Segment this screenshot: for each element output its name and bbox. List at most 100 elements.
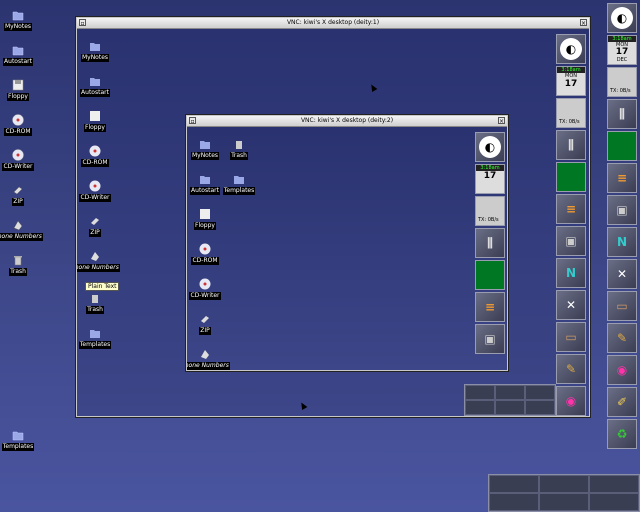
folder-icon — [234, 176, 244, 184]
outer-icon-autostart[interactable]: Autostart — [77, 74, 125, 97]
floppy-icon — [12, 79, 24, 91]
desktop-icon-trash[interactable]: Trash — [0, 253, 48, 276]
folder-icon — [90, 43, 100, 51]
outer-icon-cdrom[interactable]: CD-ROM — [77, 144, 125, 167]
folder-icon — [90, 330, 100, 338]
main-pager[interactable] — [488, 474, 640, 512]
cassette-tile[interactable]: ▭ — [607, 291, 637, 321]
desktop-icon-mynotes[interactable]: MyNotes — [0, 8, 48, 31]
outer-icon-mynotes[interactable]: MyNotes — [77, 39, 125, 62]
title-bar[interactable]: ▫ VNC: kiwi's X desktop (deity:1) × — [77, 18, 589, 29]
outer-icon-cdwriter[interactable]: CD-Writer — [77, 179, 125, 202]
desktop-icon-floppy[interactable]: Floppy — [0, 78, 48, 101]
icon-label: Trash — [86, 306, 104, 314]
recycle-tile[interactable]: ♻ — [607, 419, 637, 449]
x-tile[interactable]: ✕ — [607, 259, 637, 289]
inner-icon-cdwriter[interactable]: CD-Writer — [187, 277, 235, 300]
folder-icon — [12, 11, 24, 21]
inner-icon-floppy[interactable]: Floppy — [187, 207, 235, 230]
icon-label: Floppy — [194, 222, 216, 230]
dock-logo[interactable]: ◐ — [556, 34, 586, 64]
icon-label: Templates — [78, 341, 112, 349]
cpu-tile — [475, 260, 505, 290]
clock-date: 17 — [615, 47, 629, 57]
outer-icon-floppy[interactable]: Floppy — [77, 109, 125, 132]
cd-icon — [199, 243, 211, 255]
icon-label: ZIP — [199, 327, 211, 335]
trash-icon — [14, 256, 22, 266]
clock-date: 17 — [483, 171, 497, 181]
clock-month: DEC — [616, 57, 628, 63]
floppy-icon — [200, 209, 210, 219]
tools-tile[interactable]: ✎ — [556, 354, 586, 384]
clock-date: 17 — [564, 79, 578, 89]
desktop-icon-zip[interactable]: ZIP — [0, 183, 48, 206]
inner-icon-trash[interactable]: Trash — [209, 137, 269, 160]
dock-logo[interactable]: ◐ — [475, 132, 505, 162]
desktop-icon-cdrom[interactable]: CD-ROM — [0, 113, 48, 136]
icon-label: CD-ROM — [4, 128, 32, 136]
inner-icon-cdrom[interactable]: CD-ROM — [187, 242, 235, 265]
disc-tile[interactable]: ◉ — [607, 355, 637, 385]
icon-label: Floppy — [7, 93, 29, 101]
floppy-icon — [90, 111, 100, 121]
trash-icon — [236, 141, 242, 149]
outer-icon-zip[interactable]: ZIP — [77, 214, 125, 237]
desktop-icon-cdwriter[interactable]: CD-Writer — [0, 148, 48, 171]
close-button[interactable]: × — [580, 19, 587, 27]
monitor-tile[interactable]: ▣ — [475, 324, 505, 354]
mixer-tile[interactable]: ⫼ — [607, 99, 637, 129]
net-tile: TX: 0B/s — [556, 98, 586, 128]
monitor-tile[interactable]: ▣ — [556, 226, 586, 256]
trash-icon — [92, 295, 98, 303]
x-tile[interactable]: ✕ — [556, 290, 586, 320]
outer-icon-phone-numbers[interactable]: Phone Numbers — [77, 249, 125, 272]
cassette-tile[interactable]: ▭ — [556, 322, 586, 352]
pencil-tile[interactable]: ✐ — [607, 387, 637, 417]
mem-tile: ≡ — [556, 194, 586, 224]
outer-icon-templates[interactable]: Templates — [77, 326, 125, 349]
folder-icon — [12, 46, 24, 56]
mem-tile: ≡ — [475, 292, 505, 322]
icon-label: Autostart — [80, 89, 110, 97]
inner-desktop: MyNotes Autostart Floppy CD-ROM CD-Write… — [187, 127, 507, 370]
outer-icon-trash[interactable]: Trash — [77, 291, 125, 314]
netscape-tile[interactable]: N — [607, 227, 637, 257]
close-button[interactable]: × — [498, 117, 505, 125]
icon-label: Phone Numbers — [77, 264, 120, 272]
cd-icon — [199, 278, 211, 290]
mixer-tile[interactable]: ⫼ — [475, 228, 505, 258]
window-menu-button[interactable]: ▫ — [79, 19, 86, 27]
inner-icon-templates[interactable]: Templates — [209, 172, 269, 195]
monitor-tile[interactable]: ▣ — [607, 195, 637, 225]
icon-label: Floppy — [84, 124, 106, 132]
zip-icon — [91, 218, 99, 225]
icon-label: CD-Writer — [2, 163, 34, 171]
cpu-tile — [607, 131, 637, 161]
cpu-tile — [556, 162, 586, 192]
vnc-window-inner[interactable]: ▫ VNC: kiwi's X desktop (deity:2) × MyNo… — [186, 115, 508, 371]
icon-label: MyNotes — [3, 23, 33, 31]
phone-icon — [201, 350, 209, 359]
icon-label: ZIP — [89, 229, 101, 237]
icon-label: CD-ROM — [81, 159, 109, 167]
inner-icon-zip[interactable]: ZIP — [187, 312, 235, 335]
mixer-tile[interactable]: ⫼ — [556, 130, 586, 160]
mem-tile: ≡ — [607, 163, 637, 193]
tools-tile[interactable]: ✎ — [607, 323, 637, 353]
desktop-icon-templates[interactable]: Templates — [0, 428, 48, 451]
netscape-tile[interactable]: N — [556, 258, 586, 288]
disc-tile[interactable]: ◉ — [556, 386, 586, 416]
icon-label: Autostart — [3, 58, 33, 66]
zip-icon — [201, 316, 209, 323]
outer-pager[interactable] — [464, 384, 556, 416]
window-menu-button[interactable]: ▫ — [189, 117, 196, 125]
inner-icon-phone-numbers[interactable]: Phone Numbers — [187, 347, 235, 370]
icon-label: Phone Numbers — [0, 233, 43, 241]
main-dock: ◐ 3:18am MON 17 DEC TX: 0B/s ⫼ ≡ ▣ N ✕ ▭… — [607, 3, 637, 451]
desktop-icon-phone-numbers[interactable]: Phone Numbers — [0, 218, 48, 241]
icon-label: Templates — [1, 443, 35, 451]
dock-logo[interactable]: ◐ — [607, 3, 637, 33]
desktop-icon-autostart[interactable]: Autostart — [0, 43, 48, 66]
title-bar[interactable]: ▫ VNC: kiwi's X desktop (deity:2) × — [187, 116, 507, 127]
